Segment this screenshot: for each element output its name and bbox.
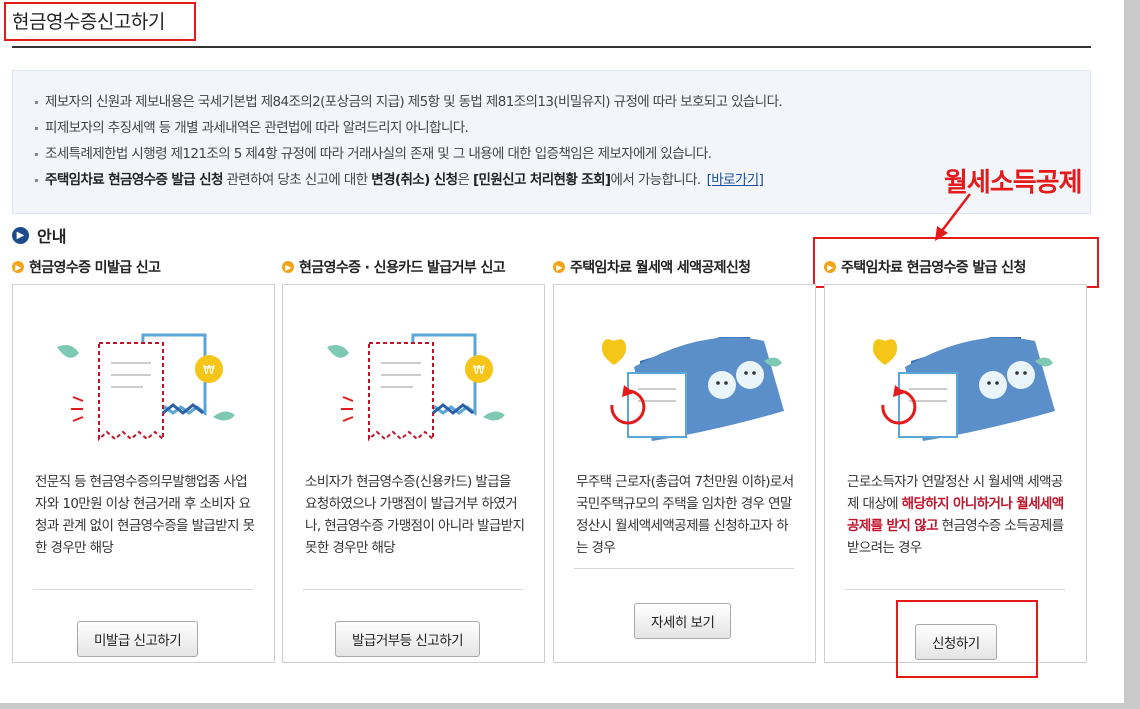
apply-button-highlight-box bbox=[896, 600, 1038, 678]
card-divider bbox=[33, 589, 253, 590]
receipt-illustration-icon: ₩ bbox=[57, 333, 235, 442]
card-title-highlight-box bbox=[813, 237, 1099, 288]
card-description: 무주택 근로자(총급여 7천만원 이하)로서 국민주택규모의 주택을 임차한 경… bbox=[576, 474, 794, 556]
card-divider bbox=[303, 589, 523, 590]
view-details-button[interactable]: 자세히 보기 bbox=[634, 603, 732, 639]
notice-line-3: 조세특례제한법 시행령 제121조의 5 제4항 규정에 따라 거래사실의 존재… bbox=[35, 141, 1090, 167]
card-divider bbox=[845, 589, 1065, 590]
svg-text:₩: ₩ bbox=[203, 363, 215, 377]
notice-text-b: 은 bbox=[457, 172, 473, 188]
title-divider bbox=[12, 46, 1091, 48]
card-title-3: ▶ 주택임차료 월세액 세액공제신청 bbox=[553, 257, 751, 277]
notice-text-c: 에서 가능합니다. bbox=[610, 172, 702, 188]
guide-heading: ▶ 안내 bbox=[12, 225, 67, 246]
card-title-text: 현금영수증 · 신용카드 발급거부 신고 bbox=[299, 260, 506, 276]
notice-text-a: 관련하여 당초 신고에 대한 bbox=[222, 172, 372, 188]
card-rent-tax-credit: 무주택 근로자(총급여 7천만원 이하)로서 국민주택규모의 주택을 임차한 경… bbox=[553, 284, 816, 663]
page-title: 현금영수증신고하기 bbox=[12, 11, 165, 33]
card-description: 근로소득자가 연말정산 시 월세액 세액공제 대상에 해당하지 아니하거나 월세… bbox=[847, 471, 1067, 559]
wallet-illustration-icon bbox=[873, 337, 1055, 441]
card-description: 소비자가 현금영수증(신용카드) 발급을 요청하였으나 가맹점이 발급거부 하였… bbox=[305, 474, 525, 556]
card-divider bbox=[574, 568, 794, 569]
bullet-icon: ▶ bbox=[553, 261, 565, 273]
notice-line-2: 피제보자의 추징세액 등 개별 과세내역은 관련법에 따라 알려드리지 아니합니… bbox=[35, 115, 1090, 141]
card-title-1: ▶ 현금영수증 미발급 신고 bbox=[12, 257, 161, 277]
notice-bold-housing: 주택임차료 현금영수증 발급 신청 bbox=[45, 172, 223, 188]
notice-bold-change: 변경(취소) 신청 bbox=[371, 172, 458, 188]
card-description: 전문직 등 현금영수증의무발행업종 사업자와 10만원 이상 현금거래 후 소비… bbox=[35, 474, 255, 556]
guide-label: 안내 bbox=[37, 227, 67, 246]
card-title-text: 주택임차료 월세액 세액공제신청 bbox=[570, 260, 751, 276]
arrow-right-circle-icon: ▶ bbox=[12, 226, 29, 244]
card-title-2: ▶ 현금영수증 · 신용카드 발급거부 신고 bbox=[282, 257, 506, 277]
receipt-illustration-icon: ₩ bbox=[327, 333, 505, 442]
shortcut-link[interactable]: [바로가기] bbox=[707, 172, 764, 188]
bullet-icon: ▶ bbox=[12, 261, 24, 273]
card-refusal-report: ₩ 소비자가 현금영수증(신용카드) 발급을 요청하였으나 가맹점이 발급거부 … bbox=[282, 284, 545, 663]
wallet-illustration-icon bbox=[602, 337, 784, 441]
refusal-report-button[interactable]: 발급거부등 신고하기 bbox=[335, 621, 481, 657]
card-unissued-report: ₩ 전문직 등 현금영수증의무발행업종 사업자와 10만원 이상 현금거래 후 … bbox=[12, 284, 275, 663]
bullet-icon: ▶ bbox=[282, 261, 294, 273]
page: 현금영수증신고하기 제보자의 신원과 제보내용은 국세기본법 제84조의2(포상… bbox=[0, 0, 1124, 703]
svg-text:₩: ₩ bbox=[473, 363, 485, 377]
notice-bold-inquiry: [민원신고 처리현황 조회] bbox=[472, 172, 611, 188]
card-title-text: 현금영수증 미발급 신고 bbox=[29, 260, 161, 276]
unissued-report-button[interactable]: 미발급 신고하기 bbox=[77, 621, 199, 657]
notice-line-1: 제보자의 신원과 제보내용은 국세기본법 제84조의2(포상금의 지급) 제5항… bbox=[35, 89, 1090, 115]
